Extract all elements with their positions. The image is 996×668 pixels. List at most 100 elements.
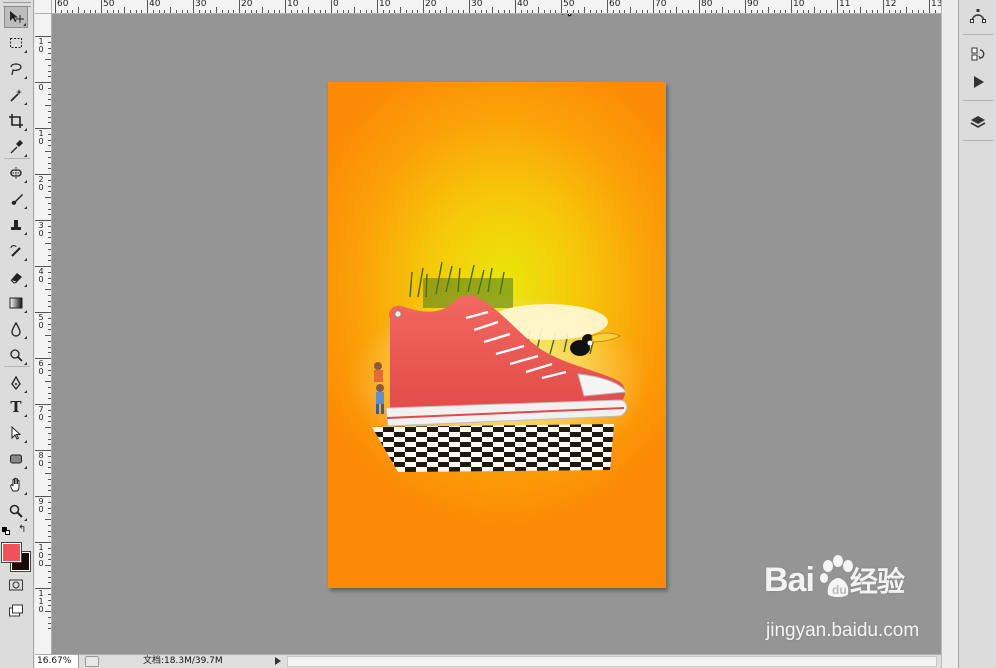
tools-panel: T ↰	[0, 0, 34, 668]
history-brush-tool-icon	[10, 245, 21, 257]
magic-wand-tool-button[interactable]	[4, 84, 28, 106]
default-colors-icon[interactable]	[2, 527, 11, 536]
document-canvas[interactable]	[328, 82, 666, 588]
status-menu-icon[interactable]	[85, 656, 99, 667]
layers-panel-button[interactable]	[965, 110, 991, 134]
paths-panel-button[interactable]	[965, 4, 991, 28]
actions-panel-button[interactable]	[965, 70, 991, 94]
ruler-minor-tick	[48, 329, 51, 331]
brush-tool-button[interactable]	[4, 188, 28, 210]
ruler-minor-tick	[45, 197, 51, 198]
clone-stamp-tool-button[interactable]	[4, 214, 28, 236]
tool-flyout-indicator	[23, 23, 26, 26]
foreground-color-swatch[interactable]	[1, 542, 22, 563]
eraser-tool-button[interactable]	[4, 266, 28, 288]
eyedropper-tool-icon	[10, 140, 23, 154]
tool-flyout-indicator	[24, 258, 27, 261]
ruler-minor-tick	[555, 10, 557, 13]
pen-tool-icon	[11, 375, 21, 391]
ruler-label: 1 0 0	[38, 543, 44, 568]
horizontal-scrollbar[interactable]	[287, 656, 937, 667]
ruler-minor-tick	[865, 10, 867, 13]
tool-flyout-indicator	[24, 466, 27, 469]
ruler-origin[interactable]	[35, 0, 52, 14]
ruler-label: 9 0	[38, 497, 44, 514]
ruler-label: 0	[38, 83, 44, 92]
ruler-minor-tick	[589, 10, 591, 13]
ruler-minor-tick	[48, 559, 51, 561]
pen-tool-button[interactable]	[4, 372, 28, 394]
crop-tool-button[interactable]	[4, 110, 28, 132]
ruler-minor-tick	[48, 191, 51, 193]
ruler-minor-tick	[538, 7, 539, 13]
ruler-major-tick	[607, 0, 608, 13]
ruler-minor-tick	[48, 363, 51, 365]
history-brush-tool-button[interactable]	[4, 240, 28, 262]
ruler-minor-tick	[48, 455, 51, 457]
ruler-minor-tick	[170, 7, 171, 13]
hand-tool-button[interactable]	[4, 474, 28, 496]
screen-mode-button[interactable]	[4, 600, 28, 622]
ruler-minor-tick	[681, 10, 683, 13]
blur-tool-button[interactable]	[4, 318, 28, 340]
ruler-minor-tick	[198, 10, 200, 13]
screen-mode-icon	[9, 604, 23, 617]
swap-colors-icon[interactable]: ↰	[18, 524, 26, 535]
ruler-label: 8 0	[38, 451, 44, 468]
ruler-minor-tick	[831, 10, 833, 13]
zoom-level-field[interactable]: 16.67%	[35, 655, 79, 668]
ruler-minor-tick	[48, 346, 51, 348]
dodge-tool-button[interactable]	[4, 344, 28, 366]
ruler-minor-tick	[48, 369, 51, 371]
tools-separator	[4, 158, 30, 159]
lasso-tool-button[interactable]	[4, 58, 28, 80]
gradient-tool-button[interactable]	[4, 292, 28, 314]
ruler-minor-tick	[158, 10, 160, 13]
type-tool-button[interactable]: T	[4, 396, 28, 418]
status-menu-arrow-icon[interactable]	[275, 657, 281, 665]
ruler-minor-tick	[45, 381, 51, 382]
healing-brush-tool-button[interactable]	[4, 162, 28, 184]
eyedropper-tool-button[interactable]	[4, 136, 28, 158]
tool-flyout-indicator	[24, 206, 27, 209]
ruler-major-tick	[423, 0, 424, 13]
canvas-area[interactable]	[52, 14, 941, 654]
brush-tool-icon	[11, 194, 23, 205]
ruler-minor-tick	[244, 10, 246, 13]
ruler-minor-tick	[48, 628, 51, 630]
ruler-minor-tick	[210, 10, 212, 13]
ruler-minor-tick	[888, 10, 890, 13]
ruler-minor-tick	[48, 386, 51, 388]
quick-mask-button[interactable]	[4, 574, 28, 596]
history-panel-button[interactable]	[965, 42, 991, 66]
ruler-label: 50	[103, 0, 115, 9]
ruler-minor-tick	[233, 10, 235, 13]
marquee-tool-button[interactable]	[4, 32, 28, 54]
ruler-minor-tick	[78, 7, 79, 13]
ruler-minor-tick	[497, 10, 499, 13]
ruler-minor-tick	[48, 41, 51, 43]
path-selection-tool-button[interactable]	[4, 422, 28, 444]
tool-flyout-indicator	[24, 102, 27, 105]
ruler-label: 30	[195, 0, 207, 9]
ruler-minor-tick	[48, 260, 51, 262]
tool-flyout-indicator	[24, 518, 27, 521]
ruler-minor-tick	[670, 10, 672, 13]
ruler-minor-tick	[664, 10, 666, 13]
ruler-minor-tick	[60, 10, 62, 13]
horizontal-ruler[interactable]: 60 50 40 30 20 10 0 10 20 30 40 50 60 70 80 90 10 11 12 13	[35, 0, 941, 14]
ruler-label: 13	[931, 0, 941, 9]
ruler-label: 3 0	[38, 221, 44, 238]
shape-tool-button[interactable]	[4, 448, 28, 470]
zoom-tool-button[interactable]	[4, 500, 28, 522]
ruler-minor-tick	[95, 10, 97, 13]
move-tool-button[interactable]	[4, 6, 28, 28]
ruler-minor-tick	[45, 243, 51, 244]
ruler-minor-tick	[48, 231, 51, 233]
vertical-ruler[interactable]: 1 0 0 1 0 2 0 3 0 4 0 5 0 6 0 7 0 8 0 9 0 1 0 0 1 1 …	[35, 14, 52, 654]
ruler-major-tick	[55, 0, 56, 13]
ruler-minor-tick	[45, 519, 51, 520]
gradient-tool-icon	[9, 297, 23, 309]
ruler-major-tick	[377, 0, 378, 13]
status-bar: 16.67% 文档:18.3M/39.7M	[35, 654, 941, 668]
